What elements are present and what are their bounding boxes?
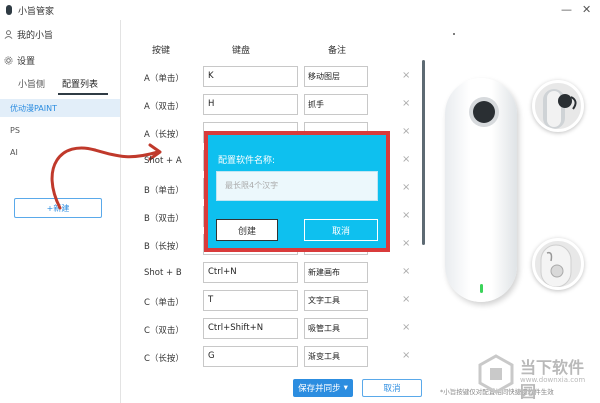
table-row: A（双击） H 抓手 × (130, 94, 420, 116)
keyboard-input[interactable]: Ctrl+Shift+N (203, 318, 298, 339)
device-button-icon (473, 101, 495, 123)
keyboard-input[interactable]: Ctrl+N (203, 262, 298, 283)
column-header-note: 备注 (328, 46, 347, 56)
watermark: 当下软件园 www.downxia.com (470, 352, 598, 401)
note-input[interactable]: 文字工具 (304, 290, 368, 311)
row-key-label: C（双击） (144, 326, 184, 336)
row-key-label: C（长按） (144, 354, 184, 364)
keyboard-input[interactable]: G (203, 346, 298, 367)
device-led-icon (480, 284, 483, 293)
delete-icon[interactable]: × (402, 126, 410, 137)
device-closeup-top-icon (532, 80, 584, 132)
watermark-url: www.downxia.com (520, 376, 586, 384)
config-name-dialog: 配置软件名称: 最长限4个汉字 创建 取消 (204, 131, 390, 252)
watermark-logo-icon (478, 354, 514, 394)
note-input[interactable]: 新建画布 (304, 262, 368, 283)
delete-icon[interactable]: × (402, 266, 410, 277)
keyboard-input[interactable]: T (203, 290, 298, 311)
column-header-key: 按键 (152, 46, 171, 56)
delete-icon[interactable]: × (402, 182, 410, 193)
row-key-label: B（双击） (144, 214, 184, 224)
keyboard-input[interactable]: K (203, 66, 298, 87)
row-key-label: A（单击） (144, 74, 184, 84)
software-name-input[interactable]: 最长限4个汉字 (216, 171, 378, 201)
row-key-label: Shot + A (144, 156, 182, 166)
delete-icon[interactable]: × (402, 154, 410, 165)
column-header-keyboard: 键盘 (232, 46, 251, 56)
dialog-title: 配置软件名称: (218, 156, 276, 166)
note-input[interactable]: 抓手 (304, 94, 368, 115)
table-row: C（双击） Ctrl+Shift+N 吸管工具 × (130, 318, 420, 340)
table-row: C（长按） G 渐变工具 × (130, 346, 420, 368)
row-key-label: B（长按） (144, 242, 184, 252)
note-input[interactable]: 渐变工具 (304, 346, 368, 367)
delete-icon[interactable]: × (402, 210, 410, 221)
create-button[interactable]: 创建 (216, 219, 278, 241)
note-input[interactable]: 移动图层 (304, 66, 368, 87)
row-key-label: B（单击） (144, 186, 184, 196)
table-scrollbar[interactable] (422, 60, 425, 245)
delete-icon[interactable]: × (402, 238, 410, 249)
decorative-dot (453, 33, 455, 35)
delete-icon[interactable]: × (402, 70, 410, 81)
table-row: C（单击） T 文字工具 × (130, 290, 420, 312)
row-key-label: Shot + B (144, 268, 182, 278)
row-key-label: A（双击） (144, 102, 184, 112)
save-and-sync-button[interactable]: 保存并同步 ▾ (293, 379, 353, 397)
keyboard-input[interactable]: H (203, 94, 298, 115)
row-key-label: A（长按） (144, 130, 184, 140)
save-label: 保存并同步 (298, 384, 341, 394)
row-key-label: C（单击） (144, 298, 184, 308)
delete-icon[interactable]: × (402, 322, 410, 333)
delete-icon[interactable]: × (402, 98, 410, 109)
table-row: A（单击） K 移动图层 × (130, 66, 420, 88)
table-row: Shot + B Ctrl+N 新建画布 × (130, 262, 420, 284)
dialog-cancel-button[interactable]: 取消 (304, 219, 378, 241)
caret-down-icon: ▾ (343, 383, 348, 393)
device-closeup-side-icon (532, 238, 584, 290)
delete-icon[interactable]: × (402, 294, 410, 305)
delete-icon[interactable]: × (402, 350, 410, 361)
footer-cancel-button[interactable]: 取消 (362, 379, 422, 397)
note-input[interactable]: 吸管工具 (304, 318, 368, 339)
